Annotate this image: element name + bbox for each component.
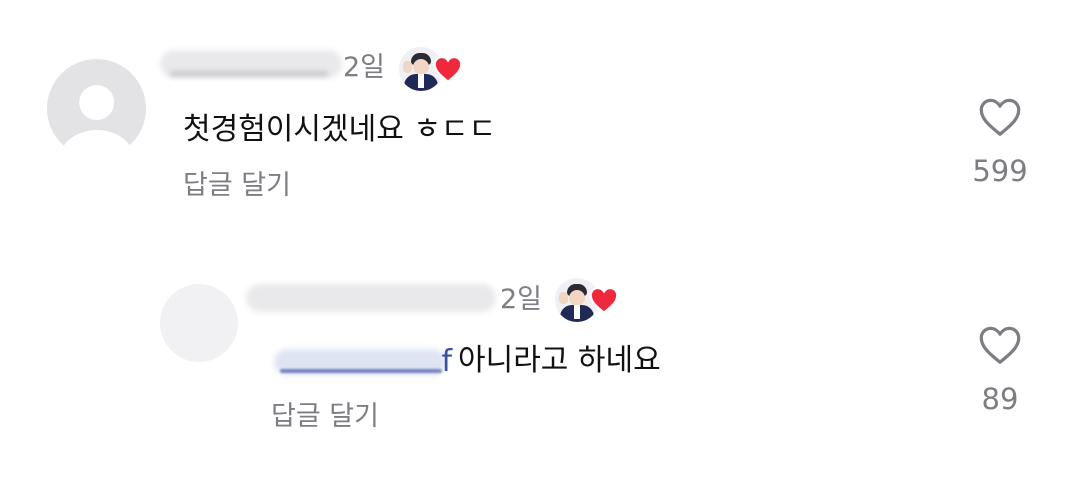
creator-liked-badge xyxy=(555,278,621,324)
reply-timestamp: 2일 xyxy=(500,284,543,315)
replier-username-redacted[interactable] xyxy=(246,284,496,312)
comment-text: 첫경험이시겠네요 ㅎㄷㄷ xyxy=(183,112,497,147)
mention-tail-char: f xyxy=(441,343,452,379)
like-button[interactable]: 89 xyxy=(970,324,1030,414)
creator-liked-badge xyxy=(399,47,465,93)
like-count: 599 xyxy=(972,154,1028,188)
like-count: 89 xyxy=(981,382,1019,416)
commenter-avatar[interactable] xyxy=(47,59,146,158)
heart-outline-icon xyxy=(979,326,1021,364)
commenter-username-redacted[interactable] xyxy=(160,50,342,78)
reply-text: 아니라고 하네요 xyxy=(458,343,661,378)
heart-filled-icon xyxy=(589,287,619,314)
replier-avatar[interactable] xyxy=(160,284,238,362)
reply-comment: 2일 f 아니라고 하네요 답글 달기 89 xyxy=(0,240,1080,460)
comment: 2일 첫경험이시겠네요 ㅎㄷㄷ 답글 달기 599 xyxy=(0,0,1080,220)
heart-outline-icon xyxy=(979,98,1021,136)
reply-button[interactable]: 답글 달기 xyxy=(271,403,379,430)
comment-timestamp: 2일 xyxy=(343,52,386,83)
mention-link[interactable]: f xyxy=(274,343,452,379)
reply-button[interactable]: 답글 달기 xyxy=(183,172,291,199)
heart-filled-icon xyxy=(433,56,463,83)
default-profile-icon xyxy=(78,84,115,121)
like-button[interactable]: 599 xyxy=(970,96,1030,186)
reply-text-line: f 아니라고 하네요 xyxy=(274,346,661,376)
